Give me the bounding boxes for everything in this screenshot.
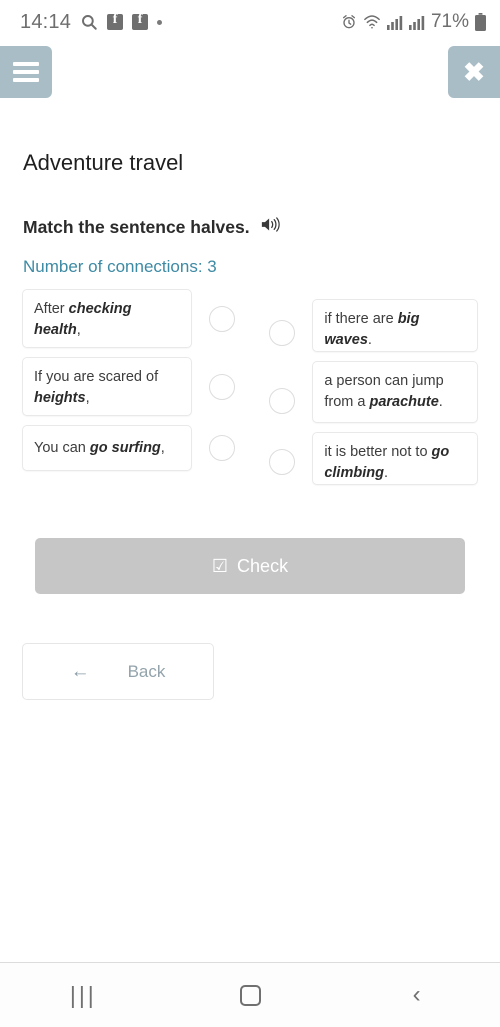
- wifi-icon: [363, 14, 381, 30]
- status-bar-right: 71%: [341, 11, 486, 33]
- search-icon: [80, 13, 98, 31]
- left-connector-dot-3[interactable]: [208, 435, 235, 461]
- hamburger-menu-button[interactable]: [0, 46, 52, 98]
- nav-recents-button[interactable]: |||: [0, 981, 167, 1008]
- hamburger-icon: [13, 58, 39, 86]
- right-card-3[interactable]: it is better not to go climbing.: [312, 432, 478, 485]
- left-connector-dots: [192, 289, 252, 485]
- right-connector-dot-3[interactable]: [269, 449, 296, 475]
- signal-icon: [386, 15, 403, 30]
- left-card-3[interactable]: You can go surfing,: [22, 425, 192, 471]
- left-card-2[interactable]: If you are scared of heights,: [22, 357, 192, 416]
- right-card-1-suffix: .: [367, 331, 372, 348]
- back-button[interactable]: ← Back: [22, 643, 214, 700]
- chevron-left-icon: ‹: [412, 981, 421, 1008]
- dot-indicator-icon: [157, 19, 163, 25]
- right-connector-dot-2[interactable]: [269, 388, 296, 414]
- facebook-icon: [107, 12, 124, 30]
- left-card-3-prefix: You can: [34, 439, 90, 456]
- facebook-icon: [132, 12, 149, 30]
- right-connector-dots: [252, 289, 312, 485]
- right-connector-dot-1[interactable]: [269, 320, 296, 346]
- status-time: 14:14: [20, 10, 72, 33]
- speaker-icon[interactable]: [261, 216, 280, 238]
- android-nav-bar: ||| ‹: [0, 963, 500, 1027]
- left-card-3-keyword: go surfing: [89, 439, 161, 456]
- battery-icon: [475, 13, 486, 31]
- alarm-icon: [341, 14, 357, 30]
- left-connector-dot-2[interactable]: [208, 374, 235, 400]
- left-card-1-prefix: After: [34, 301, 69, 317]
- left-card-1[interactable]: After checking health,: [22, 289, 192, 348]
- right-card-3-prefix: it is better not to: [324, 444, 432, 460]
- close-button[interactable]: ✖: [448, 46, 500, 98]
- left-card-3-suffix: ,: [160, 439, 165, 456]
- left-card-2-prefix: If you are scared of: [34, 369, 159, 385]
- task-instruction-row: Match the sentence halves.: [23, 216, 478, 238]
- right-halves-column: if there are big waves. a person can jum…: [312, 289, 478, 485]
- home-icon: [239, 984, 261, 1006]
- left-connector-dot-1[interactable]: [208, 306, 235, 332]
- status-bar-left: 14:14: [20, 10, 163, 34]
- arrow-left-icon: ←: [70, 661, 90, 682]
- recents-icon: |||: [69, 981, 97, 1008]
- close-icon: ✖: [463, 57, 485, 87]
- nav-back-button[interactable]: ‹: [333, 983, 500, 1007]
- left-card-2-keyword: heights: [34, 389, 86, 406]
- left-card-1-suffix: ,: [76, 321, 81, 338]
- signal-icon: [408, 15, 425, 30]
- right-card-3-suffix: .: [383, 464, 388, 481]
- battery-percent: 71%: [430, 11, 469, 32]
- page-title: Adventure travel: [23, 150, 184, 175]
- task-instruction: Match the sentence halves.: [23, 216, 250, 237]
- right-card-2-suffix: .: [438, 393, 443, 410]
- right-card-1[interactable]: if there are big waves.: [312, 299, 478, 352]
- match-exercise: After checking health, If you are scared…: [22, 289, 478, 485]
- right-card-1-prefix: if there are: [324, 311, 398, 327]
- check-button[interactable]: ☑ Check: [35, 538, 465, 594]
- status-bar: 14:14 f f 71%: [0, 0, 500, 44]
- app-top-bar: ✖: [0, 44, 500, 106]
- left-halves-column: After checking health, If you are scared…: [22, 289, 192, 485]
- connections-count-label: Number of connections: 3: [23, 257, 217, 276]
- check-button-label: Check: [237, 555, 289, 576]
- page-content: Adventure travel Match the sentence halv…: [0, 150, 500, 700]
- right-card-2-keyword: parachute: [369, 393, 439, 410]
- checkbox-check-icon: ☑: [211, 556, 229, 576]
- back-button-label: Back: [127, 661, 166, 681]
- right-card-2[interactable]: a person can jump from a parachute.: [312, 361, 478, 423]
- left-card-2-suffix: ,: [85, 389, 90, 406]
- nav-home-button[interactable]: [167, 984, 334, 1006]
